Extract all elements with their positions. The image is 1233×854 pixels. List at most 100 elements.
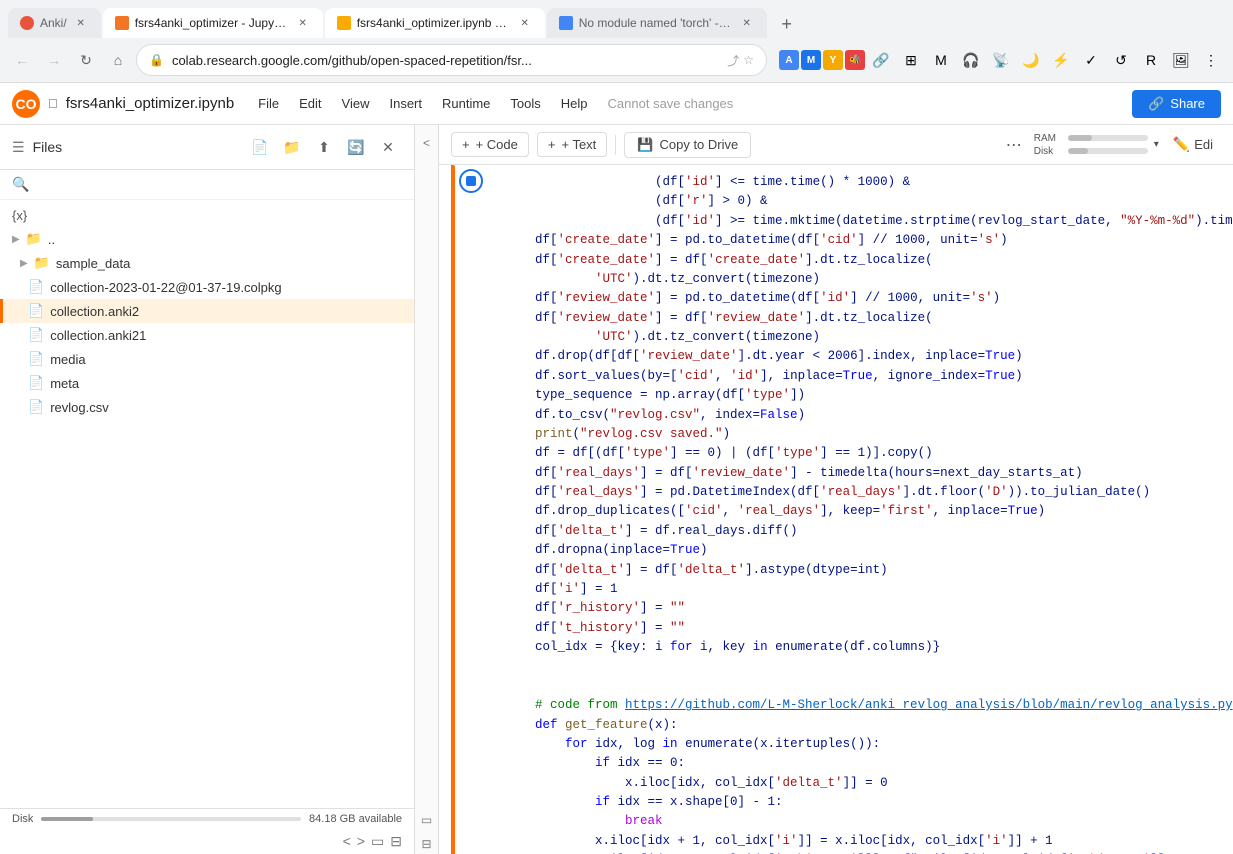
sidebar-actions: 📄 📁 ⬆ 🔄 ✕	[246, 133, 402, 161]
reload-button[interactable]: ↻	[72, 46, 100, 74]
ext-y-icon[interactable]: Y	[823, 50, 843, 70]
ram-dropdown-arrow[interactable]: ▾	[1154, 139, 1159, 150]
file-item-sample-data[interactable]: ▶ 📁 sample_data	[0, 251, 414, 275]
left-icon-bottom2[interactable]: ⊟	[417, 834, 437, 854]
back-button[interactable]: ←	[8, 46, 36, 74]
tab-bar: Anki/ ✕ fsrs4anki_optimizer - Jupyter No…	[0, 0, 1233, 38]
left-icon-1[interactable]: <	[417, 133, 437, 153]
code-line-11: df.sort_values(by=['cid', 'id'], inplace…	[535, 367, 1225, 386]
terminal-icon[interactable]: ▭	[371, 833, 384, 850]
tab-anki[interactable]: Anki/ ✕	[8, 8, 101, 38]
file-label-revlog: revlog.csv	[50, 400, 109, 415]
left-mini-toolbar: < ▭ ⊟	[415, 125, 439, 854]
ext-bee-icon[interactable]: 🐝	[845, 50, 865, 70]
ext-grid-icon[interactable]: ⊞	[897, 46, 925, 74]
cannot-save-text[interactable]: Cannot save changes	[608, 96, 734, 111]
file-icon-anki21: 📄	[28, 327, 44, 343]
file-label-anki2: collection.anki2	[50, 304, 139, 319]
code-scroll-area[interactable]: (df['id'] <= time.time() * 1000) & (df['…	[439, 165, 1233, 854]
tab-google[interactable]: No module named 'torch' - Goo... ✕	[547, 8, 767, 38]
file-label-sample: sample_data	[56, 256, 130, 271]
home-button[interactable]: ⌂	[104, 46, 132, 74]
edit-button[interactable]: ✏️ Edi	[1165, 132, 1221, 157]
file-icon-anki2: 📄	[28, 303, 44, 319]
star-icon[interactable]: ☆	[743, 53, 754, 67]
tab-jupyter[interactable]: fsrs4anki_optimizer - Jupyter No... ✕	[103, 8, 323, 38]
file-item-revlog[interactable]: 📄 revlog.csv	[0, 395, 414, 419]
ext-m-icon[interactable]: M	[801, 50, 821, 70]
menu-edit[interactable]: Edit	[291, 92, 329, 115]
ext-check-icon[interactable]: ✓	[1077, 46, 1105, 74]
ext-a-icon[interactable]: A	[779, 50, 799, 70]
toolbar-separator	[615, 135, 616, 155]
file-item-media[interactable]: 📄 media	[0, 347, 414, 371]
code-line-6: 'UTC').dt.tz_convert(timezone)	[535, 270, 1225, 289]
url-icons: ⤴ ☆	[727, 52, 754, 69]
add-code-button[interactable]: + + Code	[451, 132, 529, 157]
menu-insert[interactable]: Insert	[381, 92, 430, 115]
right-chevron-icon[interactable]: >	[357, 833, 365, 850]
sidebar-refresh-button[interactable]: 🔄	[342, 133, 370, 161]
ext-rss-icon[interactable]: 📡	[987, 46, 1015, 74]
share-button[interactable]: 🔗 Share	[1132, 90, 1221, 118]
copy-to-drive-button[interactable]: 💾 Copy to Drive	[624, 132, 751, 158]
console-icon[interactable]: ⊟	[390, 833, 402, 850]
plus-code-icon: +	[462, 137, 470, 152]
browser-chrome: Anki/ ✕ fsrs4anki_optimizer - Jupyter No…	[0, 0, 1233, 83]
left-chevron-icon[interactable]: <	[343, 833, 351, 850]
disk-size: 84.18 GB available	[309, 813, 402, 825]
anki-favicon	[20, 16, 34, 30]
file-item-meta[interactable]: 📄 meta	[0, 371, 414, 395]
folder-icon-parent: 📁	[26, 231, 42, 247]
ext-headphone-icon[interactable]: 🎧	[957, 46, 985, 74]
code-line-18: df.drop_duplicates(['cid', 'real_days'],…	[535, 502, 1225, 521]
file-item-anki21[interactable]: 📄 collection.anki21	[0, 323, 414, 347]
tab-jupyter-close[interactable]: ✕	[295, 15, 311, 31]
cell-stop-button[interactable]	[459, 169, 483, 193]
file-item-anki2[interactable]: 📄 collection.anki2	[0, 299, 414, 323]
ext-m2-icon[interactable]: M	[927, 46, 955, 74]
sidebar-menu-icon[interactable]: ☰	[12, 139, 25, 156]
share-url-icon[interactable]: ⤴	[727, 52, 739, 69]
sidebar: ☰ Files 📄 📁 ⬆ 🔄 ✕ 🔍 {x} ▶ 📁 ..	[0, 125, 415, 854]
menu-view[interactable]: View	[334, 92, 378, 115]
new-tab-button[interactable]: +	[773, 10, 801, 38]
sidebar-close-button[interactable]: ✕	[374, 133, 402, 161]
sidebar-new-file-button[interactable]: 📄	[246, 133, 274, 161]
sidebar-upload-button[interactable]: ⬆	[310, 133, 338, 161]
code-line-24: df['t_history'] = ""	[535, 619, 1225, 638]
code-line-iloc1: x.iloc[idx + 1, col_idx['i']] = x.iloc[i…	[535, 832, 1225, 851]
file-item-parent[interactable]: ▶ 📁 ..	[0, 227, 414, 251]
ext-link-icon[interactable]: 🔗	[867, 46, 895, 74]
forward-button[interactable]: →	[40, 46, 68, 74]
ram-fill	[1068, 135, 1092, 141]
code-line-for: for idx, log in enumerate(x.itertuples()…	[535, 735, 1225, 754]
tab-google-close[interactable]: ✕	[739, 15, 755, 31]
file-icon-revlog: 📄	[28, 399, 44, 415]
ext-more-icon[interactable]: ⋮	[1197, 46, 1225, 74]
sidebar-new-folder-button[interactable]: 📁	[278, 133, 306, 161]
tab-colab-close[interactable]: ✕	[517, 15, 533, 31]
ext-r-icon[interactable]: R	[1137, 46, 1165, 74]
ext-img-icon[interactable]: 🖼	[1167, 46, 1195, 74]
menu-bar: File Edit View Insert Runtime Tools Help…	[250, 92, 733, 115]
add-text-button[interactable]: + + Text	[537, 132, 607, 157]
google-favicon	[559, 16, 573, 30]
menu-runtime[interactable]: Runtime	[434, 92, 498, 115]
left-icon-bottom1[interactable]: ▭	[417, 810, 437, 830]
url-bar[interactable]: 🔒 colab.research.google.com/github/open-…	[136, 44, 767, 76]
tab-anki-close[interactable]: ✕	[73, 15, 89, 31]
ext-moon-icon[interactable]: 🌙	[1017, 46, 1045, 74]
ext-refresh-icon[interactable]: ↺	[1107, 46, 1135, 74]
code-line-8: df['review_date'] = df['review_date'].dt…	[535, 309, 1225, 328]
menu-tools[interactable]: Tools	[502, 92, 548, 115]
file-item-colpkg[interactable]: 📄 collection-2023-01-22@01-37-19.colpkg	[0, 275, 414, 299]
ext-flash-icon[interactable]: ⚡	[1047, 46, 1075, 74]
tab-colab[interactable]: fsrs4anki_optimizer.ipynb - Cola... ✕	[325, 8, 545, 38]
more-options-button[interactable]: ⋯	[1000, 131, 1028, 159]
app-title: fsrs4anki_optimizer.ipynb	[66, 95, 234, 112]
menu-help[interactable]: Help	[553, 92, 596, 115]
menu-file[interactable]: File	[250, 92, 287, 115]
url-text: colab.research.google.com/github/open-sp…	[172, 53, 719, 68]
code-line-5: df['create_date'] = df['create_date'].dt…	[535, 251, 1225, 270]
